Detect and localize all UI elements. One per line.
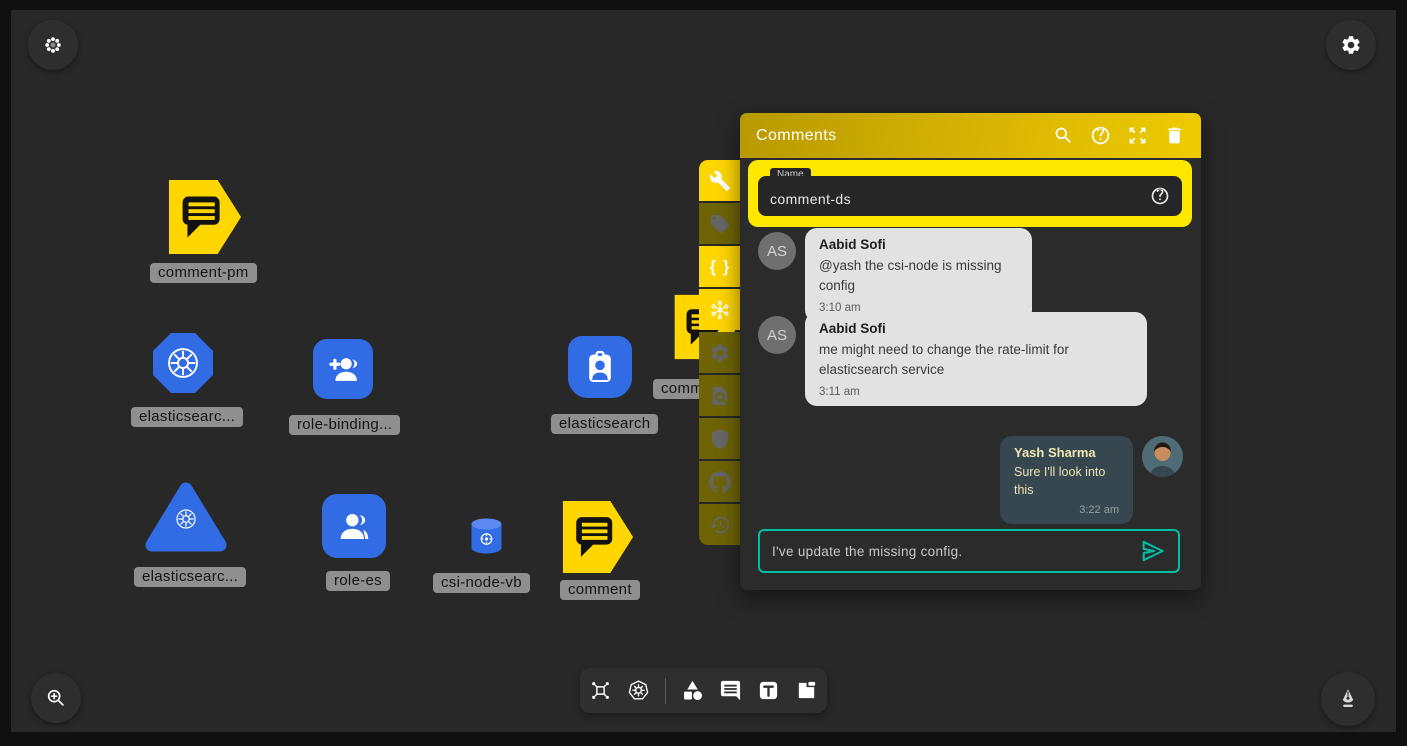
node-role-binding[interactable]: role-binding... [313, 339, 373, 399]
trash-icon[interactable] [1164, 125, 1185, 146]
node-elasticsearch-triangle[interactable]: elasticsearc... [144, 481, 228, 553]
message-author: Aabid Sofi [819, 321, 1133, 336]
comment-input[interactable]: I've update the missing config. [758, 529, 1180, 573]
message-author: Yash Sharma [1014, 445, 1119, 460]
message-bubble[interactable]: Aabid Sofi me might need to change the r… [805, 312, 1147, 406]
node-elasticsearch-sa[interactable]: elasticsearch [568, 336, 632, 398]
comment-shape-icon [168, 178, 242, 256]
draw-button[interactable] [1321, 672, 1375, 726]
comment-input-value: I've update the missing config. [772, 544, 1140, 559]
media-icon[interactable] [795, 679, 818, 702]
bottom-dock [580, 668, 827, 713]
app-menu-button[interactable] [28, 20, 78, 70]
role-binding-icon [324, 350, 362, 388]
shield-icon [709, 428, 731, 450]
node-role-es[interactable]: role-es [322, 494, 386, 558]
text-icon[interactable] [757, 679, 780, 702]
avatar-photo [1142, 436, 1183, 477]
settings-button[interactable] [1326, 20, 1376, 70]
avatar-portrait-icon [1142, 436, 1183, 477]
node-label: comment-pm [150, 263, 257, 283]
name-field-block: Name comment-ds [748, 160, 1192, 227]
node-label: role-binding... [289, 415, 400, 435]
expand-icon[interactable] [1127, 125, 1148, 146]
avatar-initials: AS [758, 316, 796, 354]
braces-config-button[interactable]: { } [699, 246, 741, 287]
node-elasticsearch-octagon[interactable]: elasticsearc... [153, 333, 213, 393]
node-comment-pm[interactable]: comment-pm [168, 178, 242, 256]
kanvas-app: { "colors": { "canvas_bg": "#282828", "a… [0, 0, 1407, 746]
message-text: me might need to change the rate-limit f… [819, 340, 1133, 379]
help-icon[interactable] [1090, 125, 1111, 146]
tag-icon [709, 213, 731, 235]
name-input-value: comment-ds [770, 185, 1150, 207]
kubernetes-icon[interactable] [627, 679, 650, 702]
storage-cylinder-icon [469, 517, 504, 555]
node-action-toolbar: { } [699, 160, 741, 545]
wrench-icon [709, 170, 731, 192]
rounded-square-shape [313, 339, 373, 399]
node-label: csi-node-vb [433, 573, 530, 593]
zoom-in-icon [45, 687, 67, 709]
comment-shape-icon [562, 500, 634, 574]
meshery-flower-button[interactable] [699, 289, 741, 330]
github-button[interactable] [699, 461, 741, 502]
github-icon [709, 471, 731, 493]
node-label: comment [560, 580, 640, 600]
field-help-icon[interactable] [1150, 186, 1170, 206]
message-time: 3:11 am [819, 386, 1133, 398]
avatar-text: AS [767, 327, 787, 344]
comments-panel: Comments Name comment-ds AS Aabid Sofi @… [740, 113, 1201, 590]
gear-icon [709, 342, 731, 364]
name-input[interactable]: comment-ds [758, 176, 1182, 216]
message-author: Aabid Sofi [819, 237, 1018, 252]
rounded-square-shape [568, 336, 632, 398]
node-label: elasticsearch [551, 414, 658, 434]
find-in-page-icon [709, 385, 731, 407]
node-label: elasticsearc... [134, 567, 246, 587]
network-schematic-icon[interactable] [589, 679, 612, 702]
search-icon[interactable] [1053, 125, 1074, 146]
tag-button[interactable] [699, 203, 741, 244]
message-text: Sure I'll look into this [1014, 463, 1119, 499]
meshery-flower-icon [709, 299, 731, 321]
message-time: 3:22 am [1014, 504, 1119, 516]
settings-gear-button[interactable] [699, 332, 741, 373]
message-bubble[interactable]: Aabid Sofi @yash the csi-node is missing… [805, 228, 1032, 322]
service-account-icon [580, 347, 620, 387]
pen-nib-icon [1336, 687, 1360, 711]
role-icon [334, 506, 374, 546]
avatar-text: AS [767, 243, 787, 260]
node-label: role-es [326, 571, 390, 591]
rounded-square-shape [322, 494, 386, 558]
comment-icon[interactable] [719, 679, 742, 702]
triangle-shape [144, 481, 228, 553]
octagon-shape [153, 333, 213, 393]
history-button[interactable] [699, 504, 741, 545]
kanvas-flower-icon [43, 35, 63, 55]
message-text: @yash the csi-node is missing config [819, 256, 1018, 295]
avatar-initials: AS [758, 232, 796, 270]
node-csi-node-vb[interactable]: csi-node-vb [469, 517, 504, 555]
panel-title: Comments [756, 127, 1037, 145]
braces-icon: { } [710, 257, 731, 277]
node-label: elasticsearc... [131, 407, 243, 427]
history-icon [709, 514, 731, 536]
node-comment[interactable]: comment [562, 500, 634, 574]
kubernetes-wheel-icon [165, 345, 201, 381]
find-in-page-button[interactable] [699, 375, 741, 416]
shapes-icon[interactable] [681, 679, 704, 702]
zoom-button[interactable] [31, 673, 81, 723]
send-icon[interactable] [1140, 538, 1166, 564]
message-bubble[interactable]: Yash Sharma Sure I'll look into this 3:2… [1000, 436, 1133, 524]
shield-button[interactable] [699, 418, 741, 459]
dock-divider [665, 678, 666, 704]
gear-icon [1340, 34, 1362, 56]
configure-wrench-button[interactable] [699, 160, 741, 201]
comments-panel-header[interactable]: Comments [740, 113, 1201, 158]
